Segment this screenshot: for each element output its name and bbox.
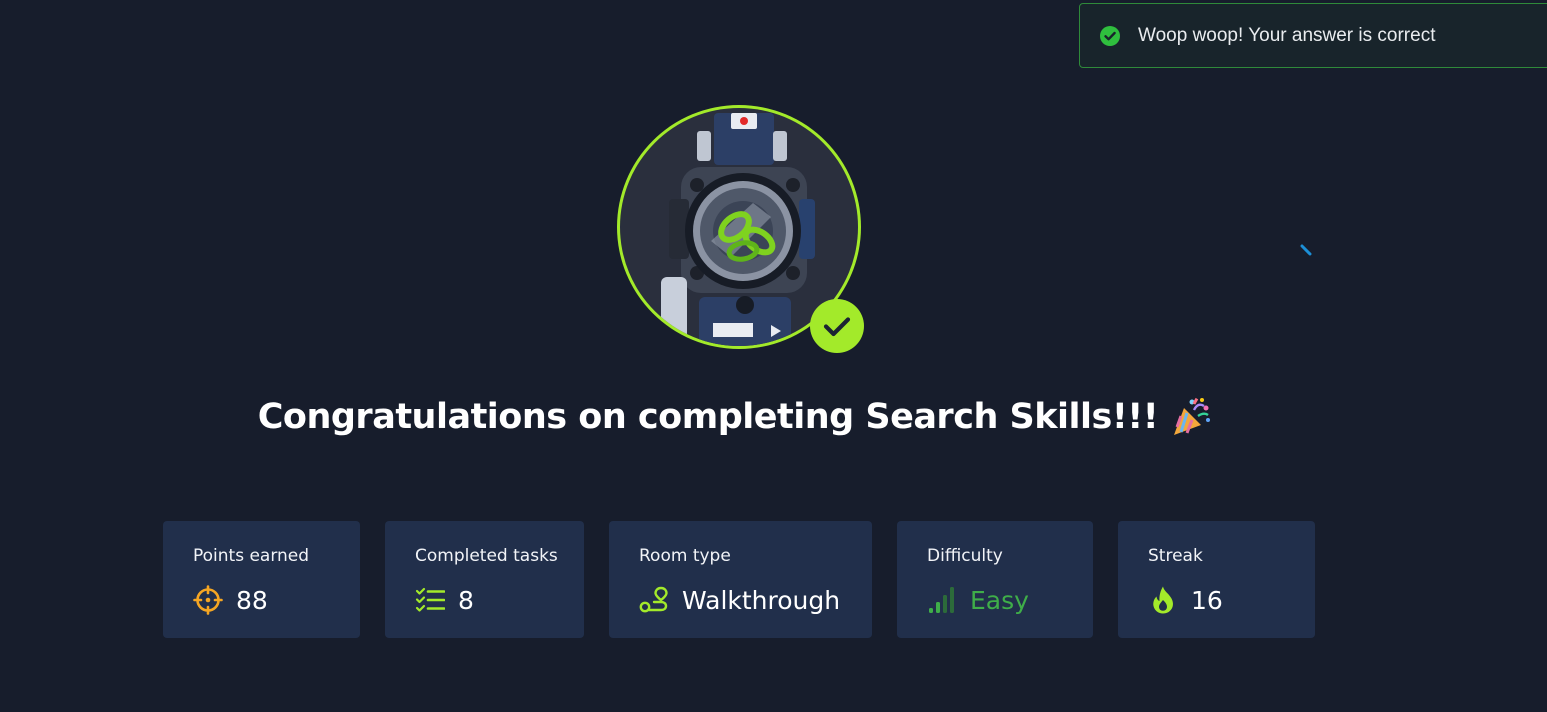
party-popper-icon	[1174, 397, 1211, 435]
stat-card-room-type: Room type Walkthrough	[609, 521, 872, 638]
checklist-icon	[415, 587, 445, 612]
crosshair-icon	[193, 585, 223, 615]
stat-label: Streak	[1148, 546, 1203, 566]
check-circle-icon	[1100, 25, 1120, 46]
completed-check-icon	[810, 299, 864, 353]
stat-value: Easy	[970, 585, 1029, 615]
room-complete-screen: Woop woop! Your answer is correct Congra…	[0, 0, 1547, 712]
stat-label: Difficulty	[927, 546, 1003, 566]
stat-value: 88	[236, 585, 268, 615]
loading-spinner-icon	[1300, 244, 1312, 256]
signal-bars-icon	[929, 587, 954, 613]
completion-heading: Congratulations on completing Search Ski…	[0, 396, 1470, 438]
stat-card-streak: Streak 16	[1118, 521, 1315, 638]
toast-message: Woop woop! Your answer is correct	[1138, 24, 1436, 46]
stat-label: Completed tasks	[415, 546, 558, 566]
stat-value: 8	[458, 585, 474, 615]
stat-label: Room type	[639, 546, 731, 566]
stat-value: Walkthrough	[682, 585, 841, 615]
route-icon	[639, 586, 668, 613]
stat-label: Points earned	[193, 546, 310, 566]
stat-card-points: Points earned 88	[163, 521, 360, 638]
stat-value: 16	[1191, 585, 1223, 615]
flame-icon	[1153, 586, 1173, 614]
stat-card-difficulty: Difficulty Easy	[897, 521, 1093, 638]
stat-card-tasks: Completed tasks 8	[385, 521, 584, 638]
success-toast[interactable]: Woop woop! Your answer is correct	[1079, 3, 1547, 68]
page-title: Congratulations on completing Search Ski…	[257, 397, 1159, 437]
